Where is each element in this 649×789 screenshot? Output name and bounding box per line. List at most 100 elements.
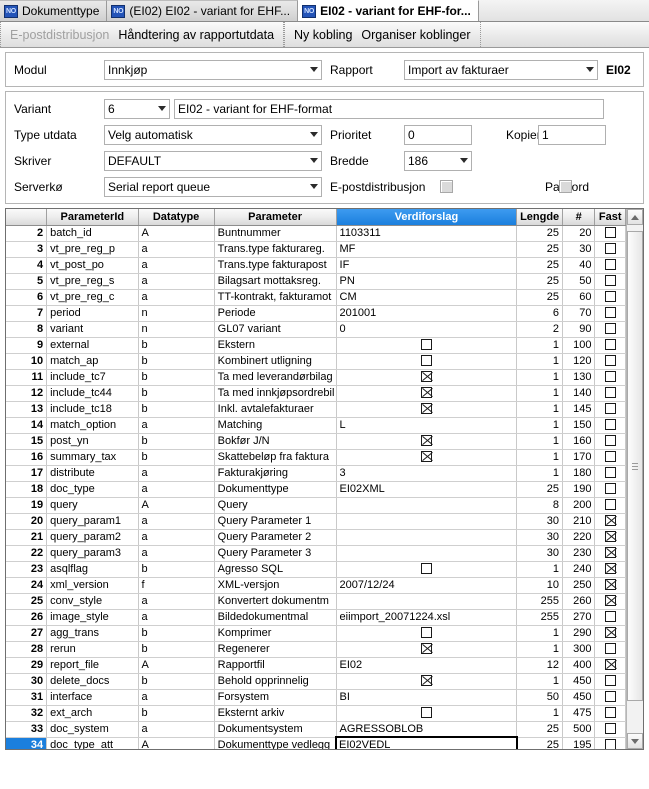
cell-datatype[interactable]: a	[138, 609, 215, 626]
cell-lengde[interactable]: 25	[516, 289, 563, 306]
menu-item-group2-0[interactable]: Ny kobling	[294, 28, 352, 42]
scrollbar-track[interactable]	[627, 225, 643, 733]
cell-lengde[interactable]: 50	[516, 689, 563, 706]
cell-rownumber[interactable]: 31	[6, 689, 48, 706]
cell-datatype[interactable]: b	[138, 449, 215, 466]
cell-fast[interactable]	[594, 625, 626, 642]
table-row[interactable]: 22 query_param3 a Query Parameter 3 30 230	[6, 545, 626, 562]
cell-rownumber[interactable]: 2	[6, 225, 48, 242]
cell-datatype[interactable]: b	[138, 353, 215, 370]
cell-verdiforslag[interactable]	[336, 401, 518, 418]
cell-datatype[interactable]: n	[138, 305, 215, 322]
cell-parameter[interactable]: Trans.type fakturareg.	[214, 241, 337, 258]
cell-parameter[interactable]: Behold opprinnelig	[214, 673, 337, 690]
cell-number[interactable]: 250	[562, 577, 596, 594]
cell-parameter[interactable]: Regenerer	[214, 641, 337, 658]
cell-lengde[interactable]: 30	[516, 545, 563, 562]
cell-verdiforslag[interactable]: EI02XML	[336, 481, 518, 498]
fast-checkbox[interactable]	[604, 226, 616, 238]
cell-lengde[interactable]: 30	[516, 513, 563, 530]
fast-checkbox[interactable]	[604, 626, 616, 638]
cell-rownumber[interactable]: 14	[6, 417, 48, 434]
column-header-verdiforslag[interactable]: Verdiforslag	[336, 209, 518, 226]
variant-number-select[interactable]: 6	[104, 98, 170, 119]
fast-checkbox[interactable]	[604, 402, 616, 414]
cell-parameter[interactable]: Konvertert dokumentm	[214, 593, 337, 610]
fast-checkbox[interactable]	[604, 290, 616, 302]
cell-number[interactable]: 145	[562, 401, 596, 418]
cell-parameter[interactable]: Dokumenttype vedlegg	[214, 737, 337, 749]
cell-number[interactable]: 290	[562, 625, 596, 642]
cell-lengde[interactable]: 1	[516, 625, 563, 642]
cell-rownumber[interactable]: 18	[6, 481, 48, 498]
cell-fast[interactable]	[594, 529, 626, 546]
table-row[interactable]: 9 external b Ekstern 1 100	[6, 337, 626, 354]
cell-rownumber[interactable]: 32	[6, 705, 48, 722]
fast-checkbox[interactable]	[604, 258, 616, 270]
cell-fast[interactable]	[594, 737, 626, 749]
cell-parameterid[interactable]: ext_arch	[46, 705, 139, 722]
cell-fast[interactable]	[594, 401, 626, 418]
cell-rownumber[interactable]: 3	[6, 241, 48, 258]
cell-parameterid[interactable]: agg_trans	[46, 625, 139, 642]
verdiforslag-checkbox[interactable]	[420, 402, 432, 414]
cell-rownumber[interactable]: 4	[6, 257, 48, 274]
verdiforslag-checkbox[interactable]	[420, 626, 432, 638]
cell-fast[interactable]	[594, 273, 626, 290]
fast-checkbox[interactable]	[604, 738, 616, 749]
fast-checkbox[interactable]	[604, 482, 616, 494]
cell-parameterid[interactable]: batch_id	[46, 225, 139, 242]
cell-number[interactable]: 200	[562, 497, 596, 514]
fast-checkbox[interactable]	[604, 706, 616, 718]
cell-parameter[interactable]: Forsystem	[214, 689, 337, 706]
table-row[interactable]: 10 match_ap b Kombinert utligning 1 120	[6, 353, 626, 370]
fast-checkbox[interactable]	[604, 578, 616, 590]
cell-datatype[interactable]: a	[138, 513, 215, 530]
cell-fast[interactable]	[594, 257, 626, 274]
cell-parameterid[interactable]: conv_style	[46, 593, 139, 610]
cell-lengde[interactable]: 255	[516, 609, 563, 626]
fast-checkbox[interactable]	[604, 418, 616, 430]
cell-parameterid[interactable]: distribute	[46, 465, 139, 482]
window-tab-2[interactable]: NO EI02 - variant for EHF-for...	[298, 0, 479, 21]
cell-lengde[interactable]: 25	[516, 241, 563, 258]
cell-verdiforslag[interactable]	[336, 369, 518, 386]
cell-rownumber[interactable]: 7	[6, 305, 48, 322]
cell-parameter[interactable]: XML-versjon	[214, 577, 337, 594]
bredde-select[interactable]: 186	[404, 150, 472, 171]
cell-datatype[interactable]: a	[138, 241, 215, 258]
cell-lengde[interactable]: 1	[516, 433, 563, 450]
cell-datatype[interactable]: a	[138, 529, 215, 546]
chevron-down-icon[interactable]	[306, 178, 321, 196]
cell-parameter[interactable]: Ta med innkjøpsordrebil	[214, 385, 337, 402]
table-row[interactable]: 15 post_yn b Bokfør J/N 1 160	[6, 433, 626, 450]
fast-checkbox[interactable]	[604, 450, 616, 462]
cell-fast[interactable]	[594, 353, 626, 370]
cell-verdiforslag[interactable]	[336, 705, 518, 722]
cell-fast[interactable]	[594, 337, 626, 354]
cell-lengde[interactable]: 1	[516, 417, 563, 434]
cell-lengde[interactable]: 30	[516, 529, 563, 546]
cell-verdiforslag[interactable]	[336, 561, 518, 578]
cell-parameter[interactable]: Rapportfil	[214, 657, 337, 674]
cell-parameter[interactable]: Bildedokumentmal	[214, 609, 337, 626]
cell-parameterid[interactable]: external	[46, 337, 139, 354]
cell-parameterid[interactable]: doc_system	[46, 721, 139, 738]
cell-datatype[interactable]: a	[138, 273, 215, 290]
cell-parameter[interactable]: Ekstern	[214, 337, 337, 354]
cell-fast[interactable]	[594, 689, 626, 706]
cell-number[interactable]: 140	[562, 385, 596, 402]
table-row[interactable]: 11 include_tc7 b Ta med leverandørbilag 1 130	[6, 369, 626, 386]
cell-verdiforslag[interactable]: IF	[336, 257, 518, 274]
cell-parameterid[interactable]: doc_type_att	[46, 737, 139, 749]
verdiforslag-checkbox[interactable]	[420, 674, 432, 686]
cell-number[interactable]: 150	[562, 417, 596, 434]
cell-number[interactable]: 300	[562, 641, 596, 658]
type-utdata-select[interactable]: Velg automatisk	[104, 124, 322, 145]
table-row[interactable]: 13 include_tc18 b Inkl. avtalefakturaer 1 145	[6, 401, 626, 418]
cell-fast[interactable]	[594, 657, 626, 674]
serverko-select[interactable]: Serial report queue	[104, 176, 322, 197]
cell-parameter[interactable]: Query Parameter 1	[214, 513, 337, 530]
cell-fast[interactable]	[594, 433, 626, 450]
cell-rownumber[interactable]: 34	[6, 737, 48, 749]
